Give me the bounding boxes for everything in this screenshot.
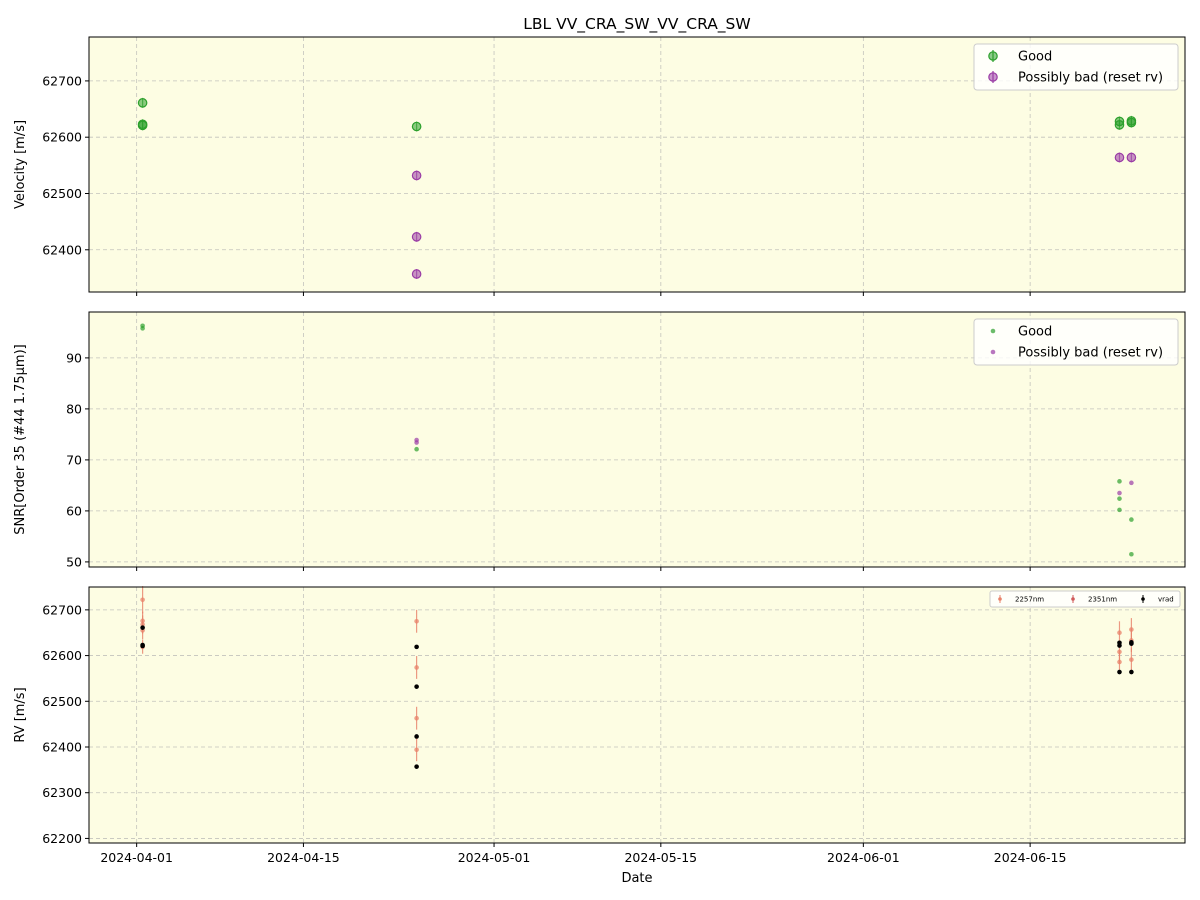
panel-2: 50 60 70 80 90 SNR[Order 35 (#44 1.75μm)] Good…: [13, 311, 1186, 571]
legend-marker: [990, 349, 996, 355]
legend-label: Possibly bad (reset rv): [1018, 346, 1163, 361]
data-point: [1117, 496, 1122, 501]
y-tick-label: 62600: [42, 130, 82, 145]
data-point: [1129, 480, 1134, 486]
legend-label: Good: [1018, 325, 1052, 340]
data-point: [414, 747, 419, 753]
y-tick-label: 62400: [42, 740, 82, 755]
legend-label: Possibly bad (reset rv): [1018, 71, 1163, 86]
data-point: [414, 440, 419, 445]
panel-3: 62200 62300 62400 62500 62600 62700 2024-04-01…: [13, 586, 1186, 865]
legend-marker: [988, 51, 998, 61]
data-point: [414, 618, 419, 624]
y-tick-label: 60: [66, 503, 82, 518]
y-tick-label: 90: [66, 350, 82, 365]
data-point: [140, 326, 145, 331]
plot-background: [89, 587, 1185, 843]
y-axis-label: Velocity [m/s]: [13, 120, 28, 209]
data-point: [411, 170, 422, 181]
x-tick-label: 2024-06-01: [827, 850, 900, 865]
x-tick-label: 2024-05-01: [458, 850, 531, 865]
chart-title: LBL VV_CRA_SW_VV_CRA_SW: [523, 15, 750, 34]
y-tick-label: 62500: [42, 694, 82, 709]
legend-marker: [990, 328, 996, 334]
y-tick-label: 62300: [42, 785, 82, 800]
x-tick-label: 2024-04-01: [100, 850, 173, 865]
y-axis-label: RV [m/s]: [13, 687, 28, 742]
legend-label: 2351nm: [1088, 596, 1117, 604]
y-tick-label: 62700: [42, 602, 82, 617]
data-point: [137, 120, 148, 131]
data-point: [414, 684, 419, 689]
data-point: [414, 764, 419, 769]
data-point: [1117, 643, 1122, 648]
x-tick-label: 2024-05-15: [624, 850, 697, 865]
figure: LBL VV_CRA_SW_VV_CRA_SW 6240062500626006…: [13, 15, 1186, 886]
data-point: [1129, 551, 1134, 557]
data-point: [414, 446, 419, 452]
legend-marker: [988, 72, 998, 82]
data-point: [414, 644, 419, 650]
data-point: [1117, 507, 1122, 513]
data-point: [1117, 490, 1122, 496]
panel-1: 62400 62500 62600 62700 Velocity [m/s] Good Po…: [13, 36, 1186, 296]
y-axis-label: SNR[Order 35 (#44 1.75μm)]: [13, 344, 28, 535]
legend-marker: [998, 597, 1002, 601]
y-tick-label: 62700: [42, 73, 82, 88]
y-tick-label: 70: [66, 452, 82, 467]
data-point: [414, 665, 419, 670]
data-point: [1114, 120, 1125, 130]
data-point: [1117, 479, 1122, 484]
data-point: [137, 98, 148, 108]
data-point: [140, 643, 145, 649]
y-tick-label: 80: [66, 401, 82, 416]
y-tick-label: 62400: [42, 242, 82, 257]
y-tick-label: 50: [66, 554, 82, 569]
data-point: [1129, 641, 1134, 646]
data-point: [1114, 152, 1125, 163]
data-point: [140, 625, 145, 630]
data-point: [414, 734, 419, 739]
data-point: [1126, 117, 1137, 128]
y-tick-label: 62500: [42, 186, 82, 201]
legend-label: 2257nm: [1015, 596, 1044, 604]
data-point: [414, 715, 419, 721]
legend-marker: [1071, 597, 1075, 601]
data-point: [1117, 659, 1122, 665]
data-point: [1129, 657, 1134, 662]
data-point: [1129, 669, 1134, 675]
data-point: [1126, 152, 1137, 163]
y-tick-label: 62600: [42, 648, 82, 663]
data-point: [140, 597, 145, 603]
data-point: [411, 269, 422, 279]
legend-label: vrad: [1158, 596, 1174, 604]
x-tick-label: 2024-06-15: [994, 850, 1067, 865]
y-tick-label: 62200: [42, 831, 82, 846]
data-point: [411, 232, 422, 242]
data-point: [1117, 630, 1122, 636]
data-point: [411, 121, 422, 132]
legend-marker: [1141, 597, 1145, 601]
data-point: [1129, 517, 1134, 522]
x-tick-label: 2024-04-15: [267, 850, 340, 865]
data-point: [1117, 669, 1122, 675]
legend-label: Good: [1018, 50, 1052, 65]
x-axis-label: Date: [621, 871, 652, 886]
